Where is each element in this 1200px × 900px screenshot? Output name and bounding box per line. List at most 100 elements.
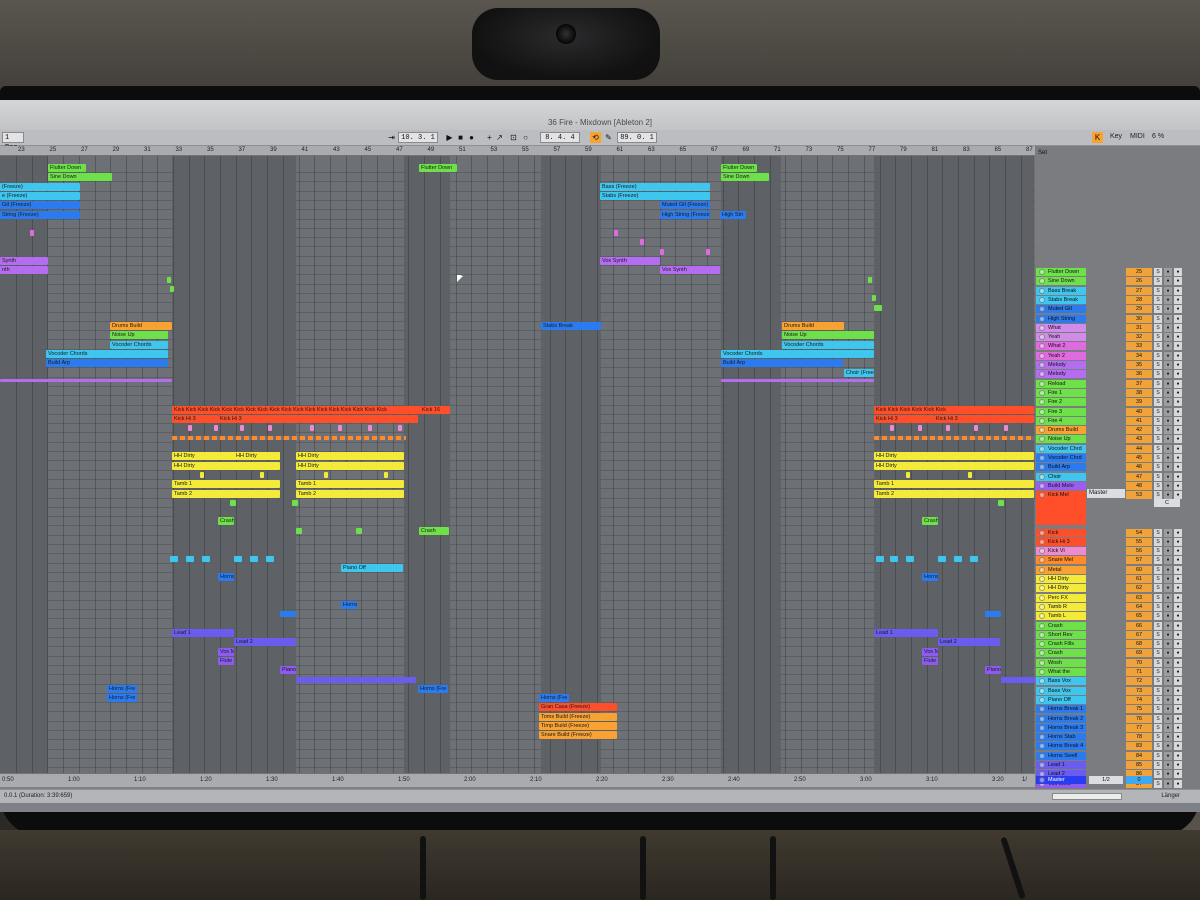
track-play-icon[interactable] <box>1039 399 1045 406</box>
track-header[interactable]: High String <box>1036 314 1086 323</box>
track-header[interactable]: Bass Vox <box>1036 686 1086 695</box>
track-number-button[interactable]: 35 <box>1126 361 1152 369</box>
track-number-button[interactable]: 27 <box>1126 286 1152 295</box>
arrangement-clip[interactable]: Kick Hi 3 <box>218 415 418 424</box>
record-arm-icon[interactable]: ● <box>1174 695 1182 704</box>
solo-button[interactable]: S <box>1154 621 1162 630</box>
arrangement-clip[interactable]: Tamb 2 <box>874 489 1034 498</box>
arrangement-clip[interactable] <box>1001 676 1035 683</box>
arrangement-clip[interactable] <box>368 425 372 432</box>
track-number-button[interactable]: 63 <box>1126 593 1152 602</box>
record-arm-icon[interactable]: ● <box>1174 454 1182 462</box>
solo-button[interactable]: S <box>1154 714 1162 723</box>
loop-length-display[interactable]: 89. 0. 1 <box>617 132 657 143</box>
track-number-button[interactable]: 44 <box>1126 444 1152 453</box>
track-header[interactable]: What the <box>1036 668 1086 676</box>
arm-button[interactable]: ● <box>1164 547 1172 556</box>
arm-button[interactable]: ● <box>1164 370 1172 379</box>
arrangement-clip[interactable] <box>614 230 618 237</box>
arrangement-clip[interactable]: Vox M <box>922 647 938 656</box>
solo-button[interactable]: S <box>1154 398 1162 407</box>
arm-button[interactable]: ● <box>1164 314 1172 323</box>
arm-button[interactable]: ● <box>1164 751 1172 760</box>
solo-button[interactable]: S <box>1154 305 1162 314</box>
solo-button[interactable]: S <box>1154 779 1162 788</box>
track-header[interactable]: Crash <box>1036 621 1086 630</box>
track-header[interactable]: Build Melo <box>1036 481 1086 490</box>
solo-button[interactable]: S <box>1154 295 1162 304</box>
solo-button[interactable]: S <box>1154 649 1162 658</box>
track-play-icon[interactable] <box>1039 631 1045 638</box>
track-header[interactable]: Yeah <box>1036 333 1086 342</box>
track-header[interactable]: Horns Break 4 <box>1036 742 1086 751</box>
solo-button[interactable]: S <box>1154 584 1162 593</box>
record-arm-icon[interactable]: ● <box>1174 342 1182 351</box>
track-header[interactable]: Kick Hi 3 <box>1036 537 1086 546</box>
arrangement-clip[interactable]: Snare Build (Freeze) <box>539 731 617 740</box>
bar-ruler[interactable]: 23 25 27 29 31 33 35 37 39 41 43 45 47 49 51 53 55 57 59 61… <box>0 146 1035 156</box>
track-number-button[interactable]: 69 <box>1126 649 1152 658</box>
record-arm-icon[interactable]: ● <box>1174 295 1182 304</box>
arrangement-clip[interactable]: Sine Down <box>48 173 112 182</box>
solo-button[interactable]: S <box>1154 268 1162 276</box>
time-ruler[interactable]: 1/ 0:50 1:00 1:10 1:20 1:30 1:40 1:50 2:00 2:10 2… <box>0 773 1035 787</box>
arrangement-clip[interactable]: Tamb 2 <box>172 489 280 498</box>
track-number-button[interactable]: 71 <box>1126 668 1152 676</box>
arrangement-clip[interactable]: Toms Build (Freeze) <box>539 712 617 721</box>
track-number-button[interactable]: 78 <box>1126 733 1152 742</box>
arm-button[interactable]: ● <box>1164 537 1172 546</box>
track-play-icon[interactable] <box>1039 380 1045 387</box>
track-header[interactable]: Horns Swell <box>1036 751 1086 760</box>
record-arm-icon[interactable]: ● <box>1174 779 1182 788</box>
status-field[interactable] <box>1052 793 1122 800</box>
record-arm-icon[interactable]: ● <box>1174 305 1182 314</box>
arrangement-clip[interactable] <box>998 499 1004 506</box>
arm-button[interactable]: ● <box>1164 305 1172 314</box>
solo-button[interactable]: S <box>1154 575 1162 583</box>
track-number-button[interactable]: 48 <box>1126 481 1152 490</box>
track-play-icon[interactable] <box>1039 287 1045 294</box>
arrangement-clip[interactable]: HH Dirty <box>874 461 1034 470</box>
track-play-icon[interactable] <box>1039 752 1045 759</box>
arm-button[interactable]: ● <box>1164 528 1172 537</box>
arrangement-clip[interactable] <box>250 555 258 562</box>
track-header[interactable]: Melody <box>1036 370 1086 379</box>
arrangement-clip[interactable]: HH Dirty <box>172 461 280 470</box>
arrangement-clip[interactable] <box>876 555 884 562</box>
track-play-icon[interactable] <box>1039 687 1045 694</box>
track-number-button[interactable]: 36 <box>1126 370 1152 379</box>
arrangement-clip[interactable]: HH Dirty <box>234 452 280 461</box>
arrangement-clip[interactable] <box>280 611 296 618</box>
arrangement-clip[interactable]: Vocoder Chords <box>782 340 874 349</box>
arrangement-clip[interactable]: (Freeze) <box>0 182 80 191</box>
record-arm-icon[interactable]: ● <box>1174 770 1182 779</box>
track-number-button[interactable]: 41 <box>1126 416 1152 425</box>
track-header[interactable]: Horns Stab <box>1036 733 1086 742</box>
arm-button[interactable]: ● <box>1164 770 1172 779</box>
master-output-fraction[interactable]: 1/2 <box>1089 776 1123 784</box>
solo-button[interactable]: S <box>1154 695 1162 704</box>
arrangement-clip[interactable] <box>170 285 174 292</box>
record-arm-icon[interactable]: ● <box>1174 630 1182 639</box>
arrangement-clip[interactable] <box>1004 425 1008 432</box>
arm-button[interactable]: ● <box>1164 398 1172 407</box>
track-number-button[interactable]: 77 <box>1126 723 1152 732</box>
track-play-icon[interactable] <box>1039 743 1045 750</box>
position-display[interactable]: 10. 3. 1 <box>398 132 438 143</box>
track-header[interactable]: Choir <box>1036 472 1086 481</box>
arm-button[interactable]: ● <box>1164 612 1172 621</box>
record-arm-icon[interactable]: ● <box>1174 407 1182 416</box>
track-play-icon[interactable] <box>1039 706 1045 713</box>
track-header[interactable]: Flutter Down <box>1036 268 1086 276</box>
solo-button[interactable]: S <box>1154 733 1162 742</box>
solo-button[interactable]: S <box>1154 370 1162 379</box>
track-header[interactable]: Wosh <box>1036 658 1086 667</box>
arrangement-clip[interactable]: HH Dirty <box>296 452 404 461</box>
master-track-header[interactable]: Master <box>1036 776 1086 784</box>
arrangement-clip[interactable]: e (Freeze) <box>0 191 80 200</box>
track-play-icon[interactable] <box>1039 343 1045 350</box>
solo-button[interactable]: S <box>1154 761 1162 769</box>
arrangement-clip[interactable] <box>268 425 272 432</box>
arrangement-clip[interactable]: Horns (Fre <box>418 684 448 693</box>
arm-button[interactable]: ● <box>1164 333 1172 342</box>
